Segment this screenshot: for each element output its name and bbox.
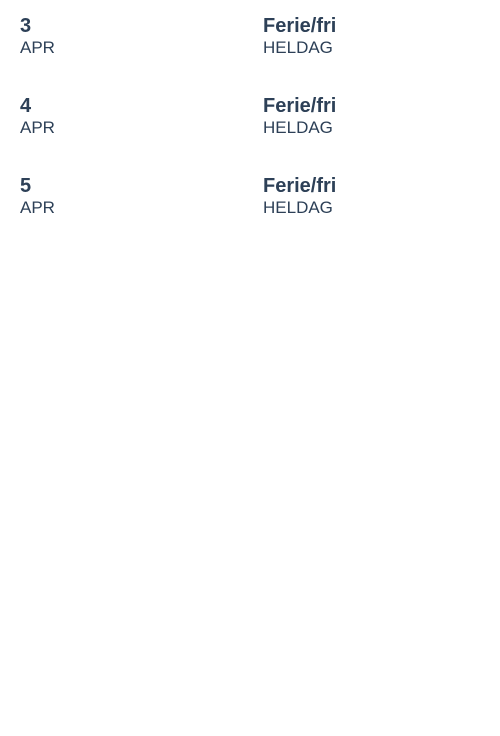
- entry-details: Ferie/fri HELDAG: [263, 94, 336, 138]
- entry-date: 3 APR: [20, 14, 55, 58]
- entry-duration: HELDAG: [263, 198, 333, 217]
- entry-month: APR: [20, 118, 55, 137]
- entry-day: 5: [20, 175, 32, 197]
- entry-day: 3: [20, 15, 32, 37]
- entry-duration: HELDAG: [263, 38, 333, 57]
- entry-month: APR: [20, 198, 55, 217]
- entry-date: 4 APR: [20, 94, 55, 138]
- entry-details: Ferie/fri HELDAG: [263, 14, 336, 58]
- entry-title: Ferie/fri: [263, 175, 337, 197]
- list-item[interactable]: 3 APR Ferie/fri HELDAG: [0, 14, 500, 94]
- list-item[interactable]: 4 APR Ferie/fri HELDAG: [0, 94, 500, 174]
- absence-list: 3 APR Ferie/fri HELDAG 4 APR Ferie/fri H…: [0, 0, 500, 254]
- entry-title: Ferie/fri: [263, 95, 337, 117]
- entry-month: APR: [20, 38, 55, 57]
- entry-details: Ferie/fri HELDAG: [263, 174, 336, 218]
- entry-title: Ferie/fri: [263, 15, 337, 37]
- list-item[interactable]: 5 APR Ferie/fri HELDAG: [0, 174, 500, 254]
- entry-duration: HELDAG: [263, 118, 333, 137]
- entry-day: 4: [20, 95, 32, 117]
- entry-date: 5 APR: [20, 174, 55, 218]
